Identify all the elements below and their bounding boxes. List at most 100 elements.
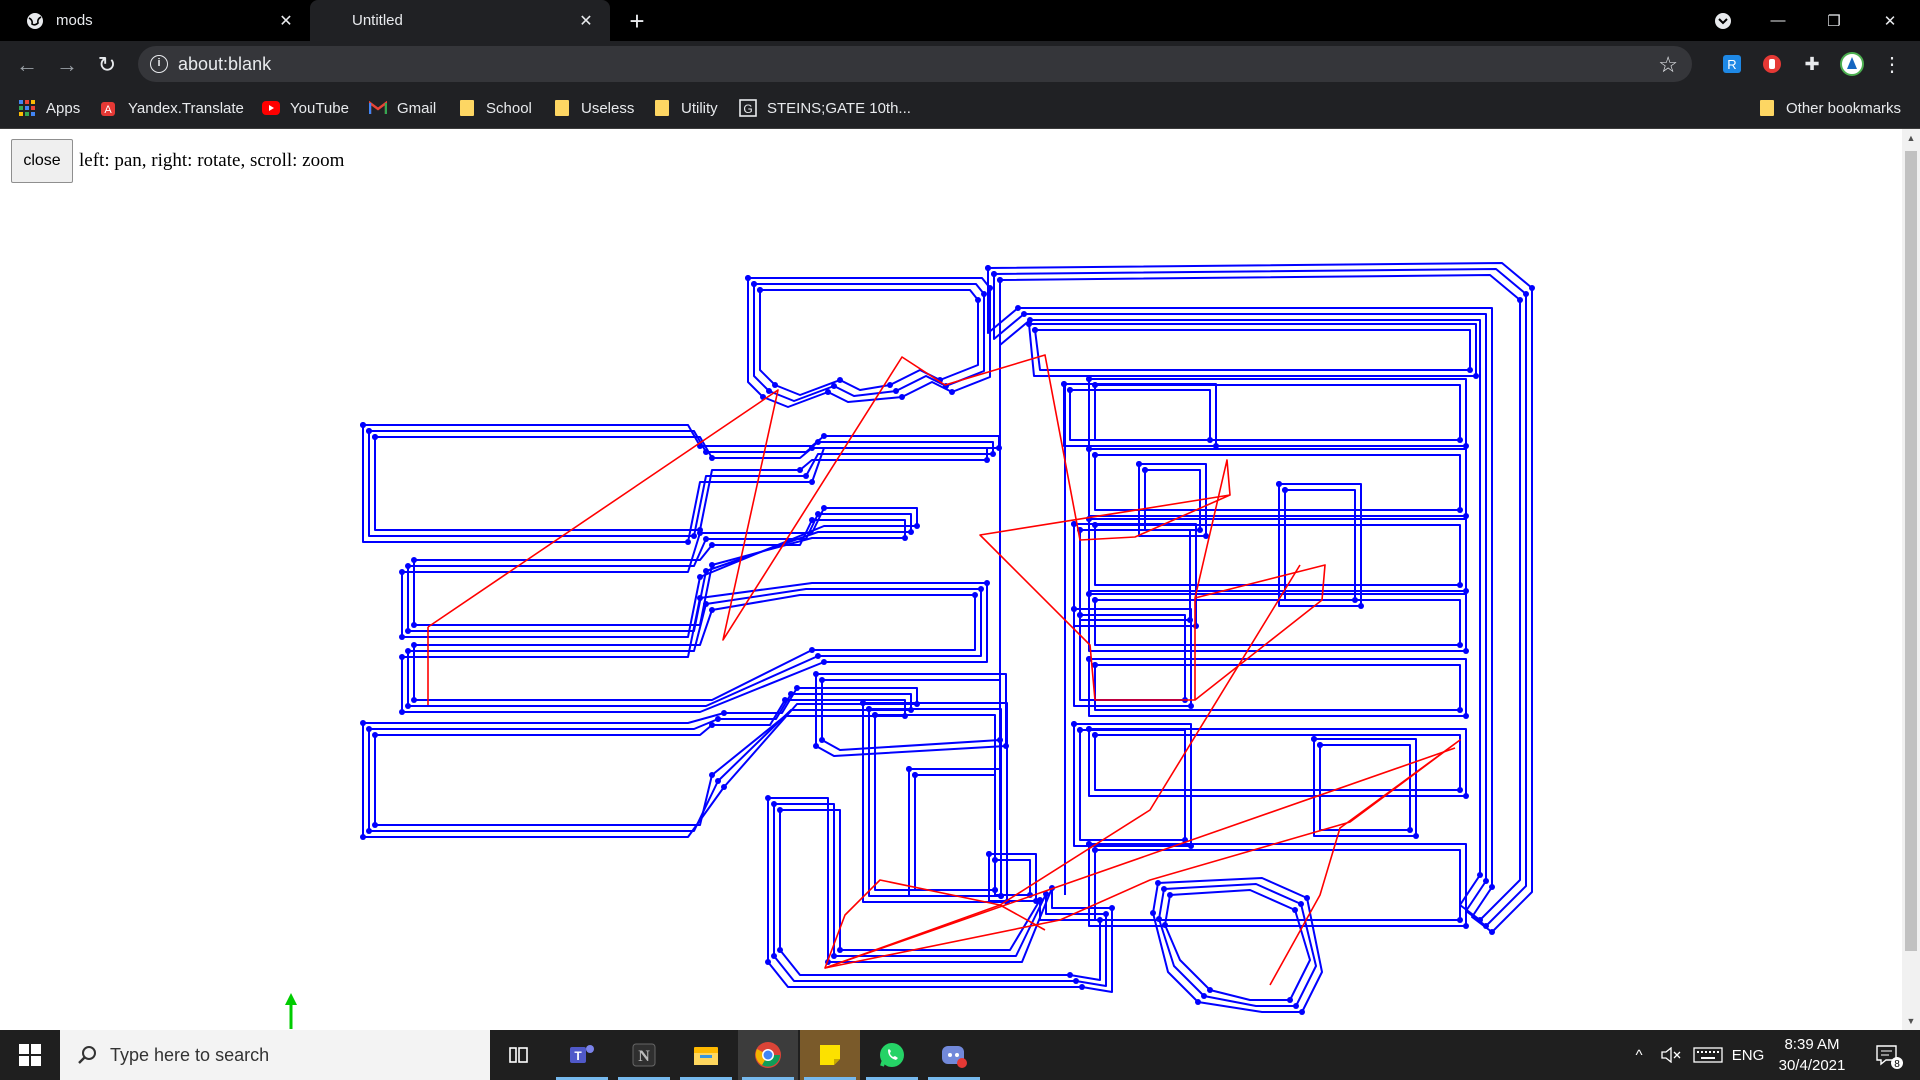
toolpath-arrow-marker [1077,612,1083,618]
profile-avatar[interactable] [1840,52,1864,76]
tray-chevron-icon[interactable]: ^ [1624,1030,1654,1080]
notification-center-icon[interactable]: 8 [1866,1030,1912,1080]
toolpath-trace [1079,529,1191,621]
bookmark-folder-useless[interactable]: Useless [553,88,634,128]
new-tab-button[interactable]: + [622,6,652,36]
site-info-icon[interactable]: i [150,55,168,73]
apps-grid-icon [18,99,36,117]
bookmark-label: YouTube [290,99,349,117]
folder-icon [553,99,571,117]
toolpath-trace [914,774,996,891]
svg-text:N: N [638,1048,650,1065]
toolpath-arrow-marker [405,628,411,634]
toolpath-trace [1028,323,1477,377]
bookmark-folder-school[interactable]: School [458,88,532,128]
toolpath-arrow-marker [1523,291,1529,297]
toolpath-arrow-marker [1026,321,1032,327]
toolpath-trace [987,262,1533,933]
close-tab-icon[interactable]: ✕ [572,7,600,35]
toolpath-viewer-canvas[interactable] [0,129,1902,1030]
toolpath-arrow-marker [1150,910,1156,916]
toolpath-arrow-marker [766,388,772,394]
toolpath-arrow-marker [1463,713,1469,719]
task-view-icon[interactable] [490,1030,550,1080]
tab-mods[interactable]: mods ✕ [0,0,310,41]
toolpath-arrow-marker [831,383,837,389]
toolpath-arrow-marker [803,473,809,479]
toolpath-arrow-marker [360,422,366,428]
toolpath-arrow-marker [1298,901,1304,907]
toolpath-arrow-marker [1195,999,1201,1005]
toolpath-arrow-marker [411,697,417,703]
page-scrollbar[interactable]: ▲ ▼ [1902,129,1920,1030]
scroll-thumb[interactable] [1905,151,1917,951]
forward-icon[interactable]: → [51,49,83,81]
folder-icon [653,99,671,117]
notion-icon[interactable]: N [614,1030,674,1080]
bookmark-yandex-translate[interactable]: A Yandex.Translate [100,88,244,128]
close-button[interactable]: close [11,139,73,183]
language-indicator[interactable]: ENG [1730,1030,1766,1080]
bookmark-other-folder[interactable]: Other bookmarks [1758,88,1901,128]
address-bar[interactable]: i about:blank ☆ [138,46,1692,82]
minimize-icon[interactable]: — [1750,0,1806,41]
back-icon[interactable]: ← [11,49,43,81]
toolpath-trace [868,708,1002,897]
extensions-puzzle-icon[interactable]: ✚ [1800,52,1824,76]
toolpath-arrow-marker [691,533,697,539]
toolpath-arrow-marker [1033,898,1039,904]
toolpath-arrow-marker [837,377,843,383]
sticky-notes-icon[interactable] [800,1030,860,1080]
tab-untitled[interactable]: Untitled ✕ [310,0,610,41]
scroll-down-icon[interactable]: ▼ [1902,1012,1920,1030]
toolpath-arrow-marker [821,505,827,511]
reload-icon[interactable]: ↻ [91,49,123,81]
scroll-up-icon[interactable]: ▲ [1902,129,1920,147]
toolpath-arrow-marker [984,457,990,463]
bookmark-star-icon[interactable]: ☆ [1658,52,1678,78]
touch-keyboard-icon[interactable] [1690,1030,1726,1080]
toolpath-arrow-marker [1457,582,1463,588]
discord-icon[interactable] [924,1030,984,1080]
toolpath-arrow-marker [797,467,803,473]
taskbar-search-box[interactable]: Type here to search [60,1030,490,1080]
toolpath-arrow-marker [912,772,918,778]
bookmark-gmail[interactable]: Gmail [369,88,436,128]
toolpath-arrow-marker [1156,916,1162,922]
bookmark-apps[interactable]: Apps [18,88,80,128]
url-text: about:blank [178,54,272,74]
toolpath-trace [1278,483,1362,607]
close-window-icon[interactable]: ✕ [1862,0,1918,41]
volume-muted-icon[interactable] [1656,1030,1686,1080]
toolpath-arrow-marker [1155,880,1161,886]
toolpath-arrow-marker [372,732,378,738]
bookmark-label: Apps [46,99,81,117]
folder-icon [1758,99,1776,117]
toolpath-arrow-marker [813,671,819,677]
teams-icon[interactable]: T [552,1030,612,1080]
tab-search-icon[interactable] [1695,0,1751,41]
extension-hand-icon[interactable] [1760,52,1784,76]
toolpath-arrow-marker [405,703,411,709]
toolpath-arrow-marker [765,959,771,965]
file-explorer-icon[interactable] [676,1030,736,1080]
close-tab-icon[interactable]: ✕ [272,7,300,35]
restore-icon[interactable]: ❐ [1806,0,1862,41]
toolpath-arrow-marker [809,647,815,653]
chrome-icon[interactable] [738,1030,798,1080]
whatsapp-icon[interactable] [862,1030,922,1080]
menu-kebab-icon[interactable]: ⋮ [1880,52,1904,76]
taskbar-clock[interactable]: 8:39 AM 30/4/2021 [1762,1034,1862,1076]
toolpath-arrow-marker [399,709,405,715]
bookmark-steinsgate[interactable]: G STEINS;GATE 10th... [739,88,911,128]
bookmark-folder-utility[interactable]: Utility [653,88,718,128]
folder-icon [458,99,476,117]
toolpath-arrow-marker [837,947,843,953]
toolpath-arrow-marker [1352,597,1358,603]
extension-r-icon[interactable]: R [1720,52,1744,76]
toolpath-arrow-marker [1197,527,1203,533]
toolpath-trace [1094,384,1461,441]
bookmark-youtube[interactable]: YouTube [262,88,349,128]
toolpath-trace [999,274,1521,921]
windows-start-icon[interactable] [0,1030,60,1080]
